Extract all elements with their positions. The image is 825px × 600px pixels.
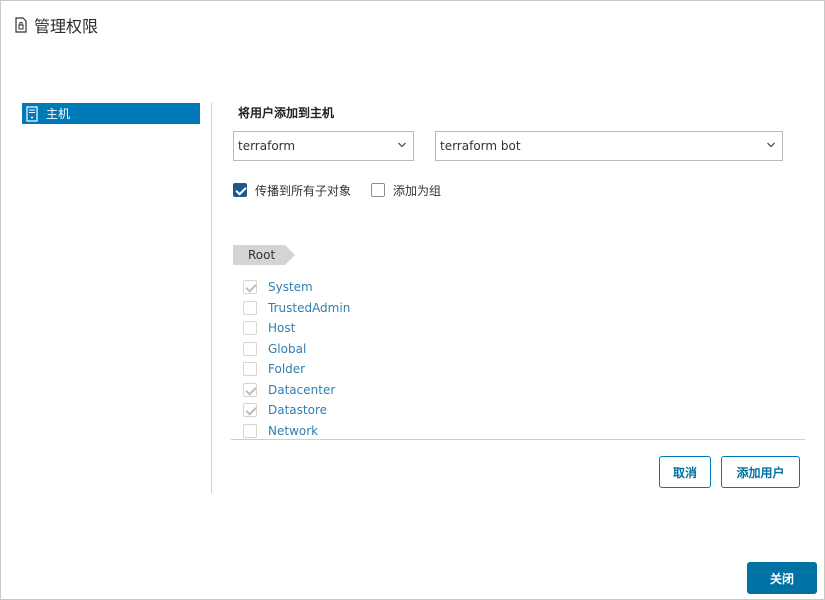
divider (231, 439, 805, 440)
cancel-button[interactable]: 取消 (659, 456, 711, 488)
propagate-option[interactable]: 传播到所有子对象 (233, 182, 351, 198)
sidebar: 主机 (22, 103, 200, 124)
dialog-title: 管理权限 (34, 17, 99, 36)
list-item: System (243, 277, 350, 298)
role-checkbox[interactable] (243, 423, 257, 438)
add-user-button[interactable]: 添加用户 (721, 456, 800, 488)
role-checkbox[interactable] (243, 341, 257, 356)
role-checkbox[interactable] (243, 321, 257, 336)
list-item: Folder (243, 359, 350, 380)
role-label: TrustedAdmin (268, 300, 351, 315)
list-item: Network (243, 421, 350, 442)
role-checkbox[interactable] (243, 300, 257, 315)
role-label: Datastore (268, 403, 328, 418)
dialog-header: 管理权限 (14, 14, 98, 36)
role-label: Global (268, 341, 307, 356)
close-button[interactable]: 关闭 (747, 562, 817, 594)
role-label: Folder (268, 362, 306, 377)
role-label: Network (268, 423, 319, 438)
propagate-label: 传播到所有子对象 (255, 183, 352, 198)
file-lock-icon (14, 17, 28, 33)
role-list: System TrustedAdmin Host Global Folder D… (243, 277, 350, 441)
role-label: Host (268, 321, 296, 336)
role-checkbox[interactable] (243, 382, 257, 397)
add-as-group-label: 添加为组 (393, 183, 442, 198)
user-select[interactable]: terraform bot (435, 131, 783, 161)
role-label: Datacenter (268, 382, 336, 397)
propagate-checkbox[interactable] (233, 183, 247, 197)
domain-select[interactable]: terraform (233, 131, 414, 161)
role-checkbox[interactable] (243, 280, 257, 295)
add-as-group-option[interactable]: 添加为组 (371, 182, 441, 198)
list-item: TrustedAdmin (243, 298, 350, 319)
role-label: System (268, 280, 313, 295)
list-item: Datacenter (243, 380, 350, 401)
chevron-down-icon (397, 140, 407, 150)
breadcrumb-root: Root (248, 248, 276, 262)
sidebar-item-label: 主机 (46, 107, 71, 121)
chevron-down-icon (766, 140, 776, 150)
host-icon (26, 105, 38, 122)
sidebar-item-host[interactable]: 主机 (22, 103, 200, 124)
domain-select-value: terraform (238, 139, 296, 153)
user-select-value: terraform bot (440, 139, 521, 153)
role-checkbox[interactable] (243, 362, 257, 377)
add-as-group-checkbox[interactable] (371, 183, 385, 197)
list-item: Global (243, 339, 350, 360)
breadcrumb[interactable]: Root (233, 245, 295, 265)
section-title: 将用户添加到主机 (238, 106, 335, 120)
role-checkbox[interactable] (243, 403, 257, 418)
sidebar-divider (211, 103, 212, 493)
list-item: Datastore (243, 400, 350, 421)
list-item: Host (243, 318, 350, 339)
manage-permissions-dialog: 管理权限 主机 将用户添加到主机 terraform terraform bot (0, 0, 825, 600)
